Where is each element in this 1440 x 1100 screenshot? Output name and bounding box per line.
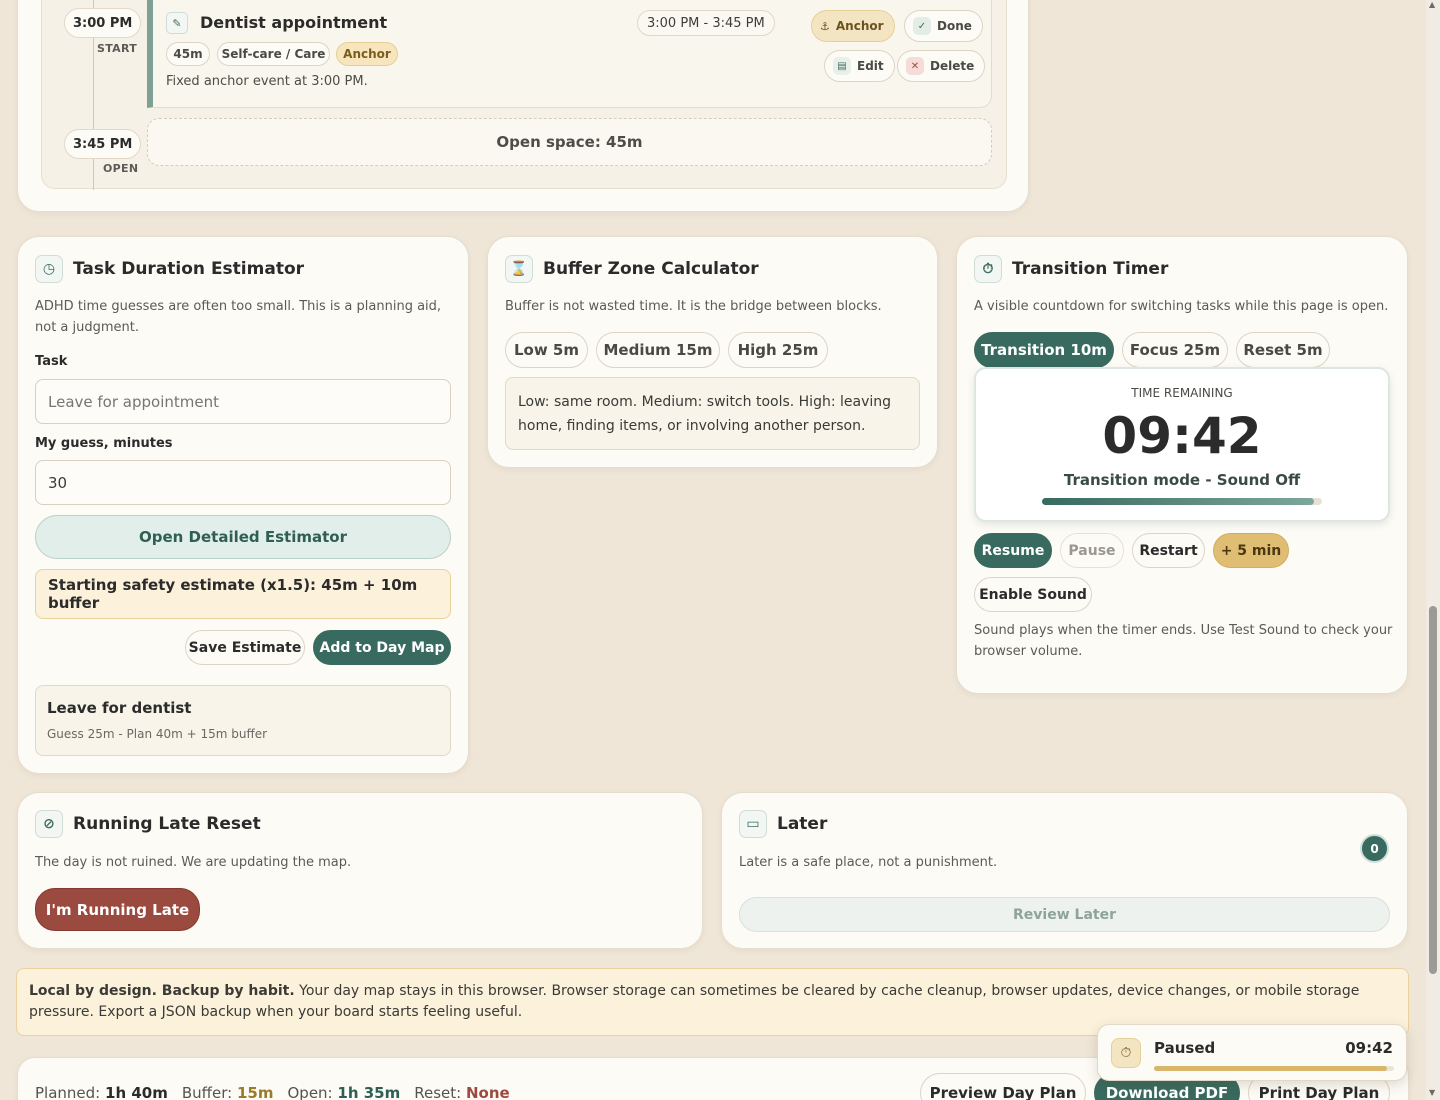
scroll-up-arrow[interactable]: ▲ [1429,0,1435,9]
scrollbar-track[interactable]: ▲ ▼ [1426,0,1440,1100]
close-icon: ✕ [906,57,924,75]
timeline-time: 3:00 PM [64,8,142,38]
mini-timer[interactable]: ⏱ Paused 09:42 [1097,1024,1407,1081]
saved-estimate-item[interactable]: Leave for dentist Guess 25m - Plan 40m +… [35,685,451,756]
delete-button[interactable]: ✕ Delete [897,50,986,82]
running-late-button[interactable]: I'm Running Late [35,888,200,931]
running-late-description: The day is not ruined. We are updating t… [35,855,352,870]
later-count-badge: 0 [1360,834,1389,863]
safety-estimate: Starting safety estimate (x1.5): 45m + 1… [35,569,451,619]
timer-countdown: 09:42 [1102,407,1262,465]
mini-timer-fill [1154,1066,1387,1071]
timeline-tag: OPEN [103,162,139,175]
done-button[interactable]: ✓ Done [904,10,983,42]
duration-chip: 45m [166,42,210,66]
review-later-button[interactable]: Review Later [739,897,1390,932]
running-late-heading: ⊘ Running Late Reset [35,810,261,838]
sound-note: Sound plays when the timer ends. Use Tes… [974,623,1393,659]
backup-notice-bold: Local by design. Backup by habit. [29,983,295,999]
scroll-down-arrow[interactable]: ▼ [1429,1088,1435,1097]
hourglass-icon: ⌛ [505,255,533,283]
mini-timer-track [1154,1066,1394,1071]
estimator-heading: ◷ Task Duration Estimator [35,255,304,283]
buffer-heading: ⌛ Buffer Zone Calculator [505,255,759,283]
saved-estimate-detail: Guess 25m - Plan 40m + 15m buffer [47,727,268,741]
check-icon: ✓ [913,17,931,35]
mode-transition-button[interactable]: Transition 10m [974,332,1114,368]
category-chip: Self-care / Care [217,42,330,66]
restart-button[interactable]: Restart [1132,533,1205,568]
buffer-medium-button[interactable]: Medium 15m [596,332,720,368]
preview-day-plan-button[interactable]: Preview Day Plan [920,1073,1086,1100]
stopwatch-icon: ⏱ [974,255,1002,283]
timer-progress-fill [1042,498,1314,505]
open-value: 1h 35m [337,1084,401,1100]
later-title: Later [777,814,828,834]
estimator-title: Task Duration Estimator [73,259,305,279]
buffer-description: Buffer is not wasted time. It is the bri… [505,299,882,314]
mini-timer-status: Paused [1154,1039,1216,1057]
timer-description: A visible countdown for switching tasks … [974,299,1389,314]
open-space-label: Open space: 45m [496,133,643,151]
event-time-range: 3:00 PM - 3:45 PM [637,10,775,36]
guess-label: My guess, minutes [35,436,173,451]
mini-timer-time: 09:42 [1345,1039,1393,1057]
pause-button[interactable]: Pause [1060,533,1124,568]
running-late-title: Running Late Reset [73,814,261,834]
task-input[interactable] [35,379,451,424]
detailed-estimator-button[interactable]: Open Detailed Estimator [35,515,451,559]
clock-icon: ◷ [35,255,63,283]
anchor-chip: Anchor [336,42,398,66]
enable-sound-button[interactable]: Enable Sound [974,577,1092,612]
later-heading: ▭ Later [739,810,827,838]
timer-progress-track [1042,498,1322,505]
timer-status: Transition mode - Sound Off [1063,471,1301,489]
timer-heading: ⏱ Transition Timer [974,255,1168,283]
timer-display: TIME REMAINING 09:42 Transition mode - S… [974,367,1390,522]
anchor-icon: ⚓ [820,19,830,33]
buffer-value: 15m [236,1084,274,1100]
timer-title: Transition Timer [1012,259,1169,279]
saved-estimate-title: Leave for dentist [47,699,192,717]
buffer-low-button[interactable]: Low 5m [505,332,588,368]
inbox-icon: ▭ [739,810,767,838]
leaf-icon: ✎ [166,12,188,34]
add-five-minutes-button[interactable]: + 5 min [1213,533,1289,568]
scrollbar-thumb[interactable] [1429,606,1437,974]
guess-input[interactable] [35,460,451,505]
event-title: Dentist appointment [200,13,388,32]
summary-stats: Planned: 1h 40m Buffer: 15m Open: 1h 35m… [35,1084,510,1100]
mini-timer-icon: ⏱ [1111,1038,1141,1068]
resume-button[interactable]: Resume [974,533,1052,568]
timeline-tag: START [97,42,138,55]
open-space-slot[interactable]: Open space: 45m [147,118,992,166]
compass-icon: ⊘ [35,810,63,838]
edit-button[interactable]: ▤ Edit [824,50,895,82]
add-to-day-map-button[interactable]: Add to Day Map [313,630,451,665]
buffer-title: Buffer Zone Calculator [543,259,759,279]
planned-value: 1h 40m [105,1084,168,1100]
event-note: Fixed anchor event at 3:00 PM. [166,74,368,89]
reset-value: None [465,1084,510,1100]
mode-focus-button[interactable]: Focus 25m [1122,332,1228,368]
estimator-description: ADHD time guesses are often too small. T… [35,299,442,335]
save-estimate-button[interactable]: Save Estimate [185,630,305,665]
anchor-button[interactable]: ⚓ Anchor [811,10,895,42]
document-icon: ▤ [833,57,851,75]
timeline-time: 3:45 PM [64,129,142,159]
time-remaining-label: TIME REMAINING [1131,386,1233,400]
later-description: Later is a safe place, not a punishment. [739,855,998,870]
task-label: Task [35,354,68,369]
buffer-high-button[interactable]: High 25m [728,332,828,368]
buffer-info: Low: same room. Medium: switch tools. Hi… [505,377,920,450]
mode-reset-button[interactable]: Reset 5m [1236,332,1330,368]
